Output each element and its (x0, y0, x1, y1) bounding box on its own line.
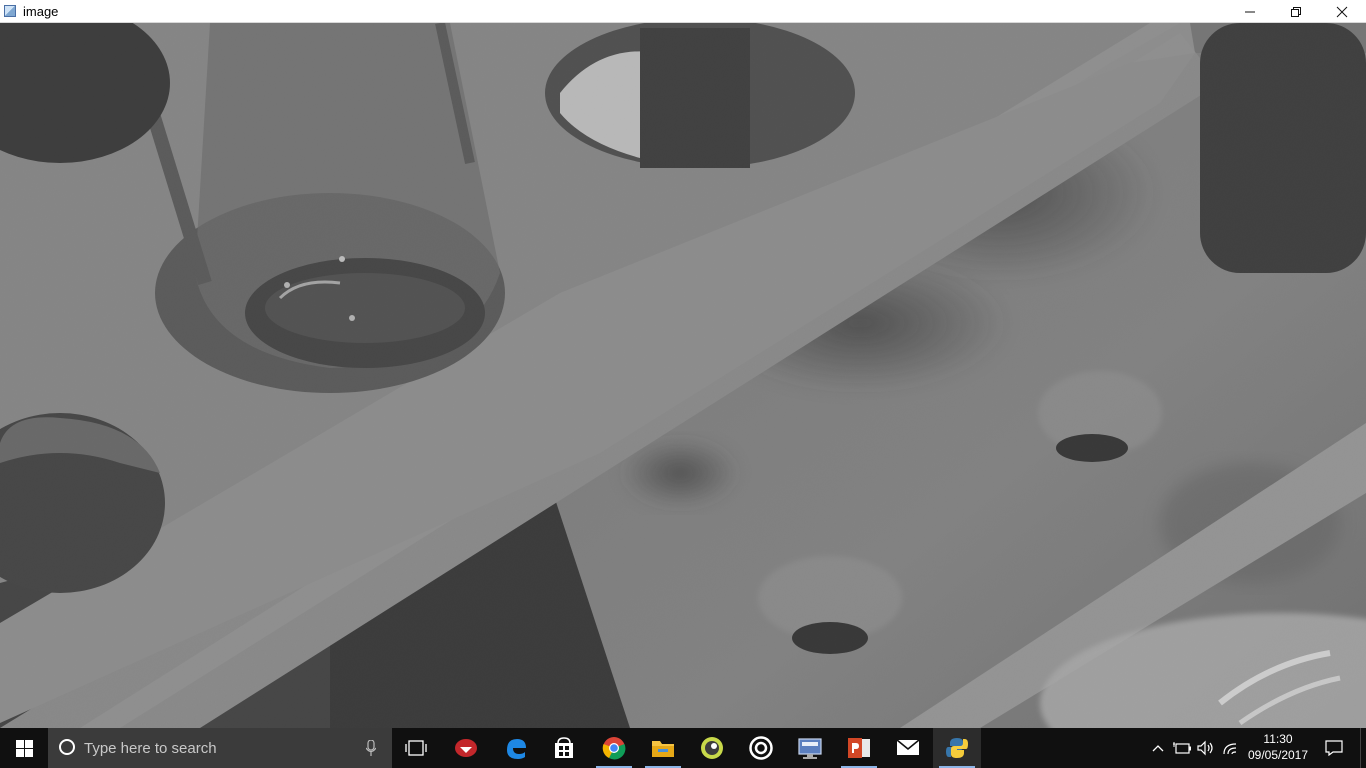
window-title: image (23, 4, 59, 19)
taskbar-app-powerpoint[interactable] (835, 728, 883, 768)
file-explorer-icon (652, 741, 674, 757)
taskbar-app-green[interactable] (688, 728, 736, 768)
windows-logo-icon (15, 739, 33, 757)
minimize-icon (1245, 11, 1255, 12)
show-hidden-icons-chevron-icon (1152, 745, 1164, 752)
image-window-icon (4, 5, 16, 17)
search-placeholder: Type here to search (84, 740, 217, 757)
action-center-icon (1325, 740, 1343, 756)
taskbar-app-python[interactable] (933, 728, 981, 768)
taskbar-app-red[interactable] (442, 728, 490, 768)
close-button[interactable] (1319, 0, 1365, 23)
cortana-icon (59, 739, 75, 755)
chrome-icon (602, 737, 626, 760)
test-tube-rack-photo (0, 23, 1366, 728)
action-center-button[interactable] (1316, 728, 1352, 768)
edge-icon (507, 739, 526, 759)
powerpoint-icon (848, 738, 870, 758)
taskbar-app-monitor[interactable] (786, 728, 834, 768)
task-view-icon (405, 740, 427, 756)
battery-icon (1173, 742, 1191, 754)
mail-icon (896, 739, 920, 755)
taskbar-app-edge[interactable] (492, 728, 540, 768)
monitor-app-icon (798, 738, 822, 759)
battery-button[interactable] (1170, 728, 1194, 768)
image-viewport (0, 23, 1366, 728)
python-icon (946, 738, 968, 758)
show-desktop-button[interactable] (1360, 728, 1366, 768)
start-button[interactable] (0, 728, 48, 768)
green-app-icon (701, 737, 723, 759)
clock[interactable]: 11:30 09/05/2017 (1240, 731, 1316, 765)
taskbar-app-store[interactable] (540, 728, 588, 768)
media-player-icon (749, 736, 773, 760)
clock-date: 09/05/2017 (1247, 748, 1309, 762)
cortana-mic-icon[interactable] (366, 740, 376, 756)
taskbar-app-media[interactable] (737, 728, 785, 768)
restore-icon (1291, 6, 1301, 17)
taskbar-app-chrome[interactable] (590, 728, 638, 768)
taskbar: Type here to search 11:30 09/05/2017 (0, 728, 1366, 768)
clock-time: 11:30 (1263, 732, 1293, 746)
taskbar-app-file-explorer[interactable] (639, 728, 687, 768)
store-icon (555, 737, 573, 758)
taskbar-app-mail[interactable] (884, 728, 932, 768)
red-app-icon (455, 739, 477, 757)
restore-button[interactable] (1273, 0, 1319, 23)
close-icon (1336, 6, 1348, 17)
minimize-button[interactable] (1227, 0, 1273, 23)
search-box[interactable]: Type here to search (48, 728, 392, 768)
network-button[interactable] (1218, 728, 1242, 768)
wifi-icon (1223, 743, 1237, 755)
volume-button[interactable] (1194, 728, 1218, 768)
show-hidden-icons-button[interactable] (1148, 728, 1168, 768)
window-title-bar[interactable]: image (0, 0, 1366, 23)
task-view-button[interactable] (392, 728, 440, 768)
volume-icon (1197, 740, 1213, 756)
